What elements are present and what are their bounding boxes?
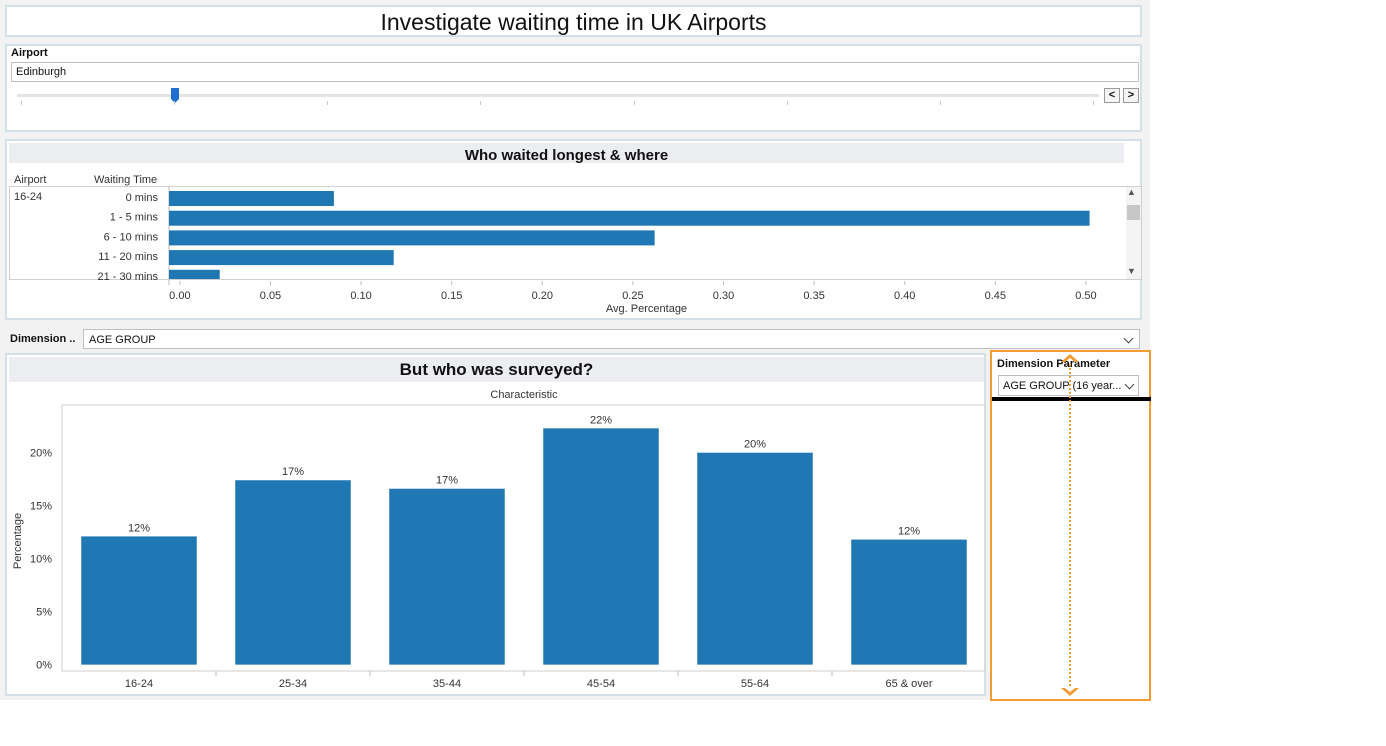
category-label: 16-24: [125, 678, 153, 690]
survey-bar[interactable]: [81, 536, 197, 665]
airport-filter-panel: Airport Edinburgh < >: [5, 44, 1142, 132]
dimension-dropdown[interactable]: AGE GROUP: [83, 329, 1140, 349]
bar-data-label: 17%: [436, 475, 458, 487]
waiting-bar[interactable]: [169, 191, 334, 206]
waiting-time-bar-chart: 0 mins 1 - 5 mins 6 - 10 mins 11 - 20 mins 2…: [97, 187, 1097, 302]
category-label: 55-64: [741, 678, 769, 690]
x-tick-label: 0.10: [350, 290, 371, 302]
dashboard-canvas: Investigate waiting time in UK Airports …: [0, 0, 1151, 701]
x-tick-label: 0.05: [260, 290, 281, 302]
title-panel: Investigate waiting time in UK Airports: [5, 5, 1142, 37]
waiting-category-label: 21 - 30 mins: [97, 271, 158, 283]
survey-bar[interactable]: [389, 488, 505, 665]
bar-data-label: 12%: [898, 526, 920, 538]
slider-tick: [480, 101, 481, 105]
airport-value-box[interactable]: Edinburgh: [11, 62, 1139, 82]
resize-guide-line: [1069, 364, 1071, 686]
bar-data-label: 12%: [128, 522, 150, 534]
parameter-label: Dimension Parameter: [997, 358, 1111, 370]
x-tick-label: 0.00: [169, 290, 190, 302]
slider-tick: [327, 101, 328, 105]
slider-tick: [940, 101, 941, 105]
waiting-x-axis-title: Avg. Percentage: [605, 303, 688, 315]
waiting-bar[interactable]: [169, 269, 220, 279]
slider-tick: [21, 101, 22, 105]
parameter-dropdown-value: AGE GROUP (16 year...: [1003, 380, 1122, 392]
survey-bar[interactable]: [235, 480, 351, 665]
x-tick-label: 0.20: [532, 290, 553, 302]
slider-tick: [787, 101, 788, 105]
y-tick-label: 15%: [30, 501, 52, 513]
waiting-category-label: 11 - 20 mins: [98, 251, 158, 263]
chevron-down-icon: [1123, 333, 1134, 344]
waiting-bar[interactable]: [169, 250, 394, 266]
airport-filter-label: Airport: [11, 47, 48, 59]
category-label: 25-34: [279, 678, 307, 690]
waiting-time-panel: Who waited longest & where Airport Waiti…: [5, 139, 1142, 320]
survey-bar[interactable]: [543, 428, 659, 665]
survey-plot-area: [61, 404, 986, 672]
dimension-parameter-panel: Dimension Parameter AGE GROUP (16 year..…: [990, 350, 1151, 701]
x-tick-label: 0.40: [894, 290, 915, 302]
category-label: 45-54: [587, 678, 615, 690]
x-tick-label: 0.15: [441, 290, 462, 302]
waiting-category-label: 0 mins: [126, 192, 159, 204]
y-tick-label: 5%: [36, 607, 52, 619]
survey-bar[interactable]: [697, 452, 813, 665]
resize-arrow-up-icon[interactable]: [1060, 353, 1080, 367]
survey-bar[interactable]: [851, 539, 967, 665]
bar-data-label: 17%: [282, 466, 304, 478]
category-label: 35-44: [433, 678, 461, 690]
slider-tick: [1093, 101, 1094, 105]
waiting-category-label: 6 - 10 mins: [104, 231, 159, 243]
x-tick-label: 0.50: [1075, 290, 1096, 302]
next-airport-button[interactable]: >: [1123, 88, 1139, 103]
waiting-bar[interactable]: [169, 210, 1090, 226]
slider-tick: [174, 101, 175, 105]
y-tick-label: 10%: [30, 554, 52, 566]
x-tick-label: 0.45: [985, 290, 1006, 302]
previous-airport-button[interactable]: <: [1104, 88, 1120, 103]
survey-panel: But who was surveyed? Characteristic Per…: [5, 353, 986, 696]
bar-data-label: 20%: [744, 439, 766, 451]
category-label: 65 & over: [885, 678, 932, 690]
dashboard-title: Investigate waiting time in UK Airports: [380, 9, 767, 35]
waiting-category-label: 1 - 5 mins: [110, 212, 159, 224]
x-tick-label: 0.30: [713, 290, 734, 302]
x-tick-label: 0.25: [622, 290, 643, 302]
x-tick-label: 0.35: [803, 290, 824, 302]
resize-arrow-down-icon[interactable]: [1060, 683, 1080, 697]
survey-bar-chart: 0% 5% 10% 15% 20% 12% 16-24 17% 25-34 17% 35-44 22%…: [30, 404, 986, 690]
waiting-bar[interactable]: [169, 230, 655, 246]
dimension-label: Dimension ..: [10, 333, 76, 345]
panel-divider: [992, 397, 1151, 401]
chevron-down-icon: [1124, 379, 1135, 390]
bar-data-label: 22%: [590, 414, 612, 426]
dimension-dropdown-value: AGE GROUP: [89, 334, 156, 346]
y-tick-label: 20%: [30, 448, 52, 460]
slider-tick: [634, 101, 635, 105]
y-tick-label: 0%: [36, 660, 52, 672]
